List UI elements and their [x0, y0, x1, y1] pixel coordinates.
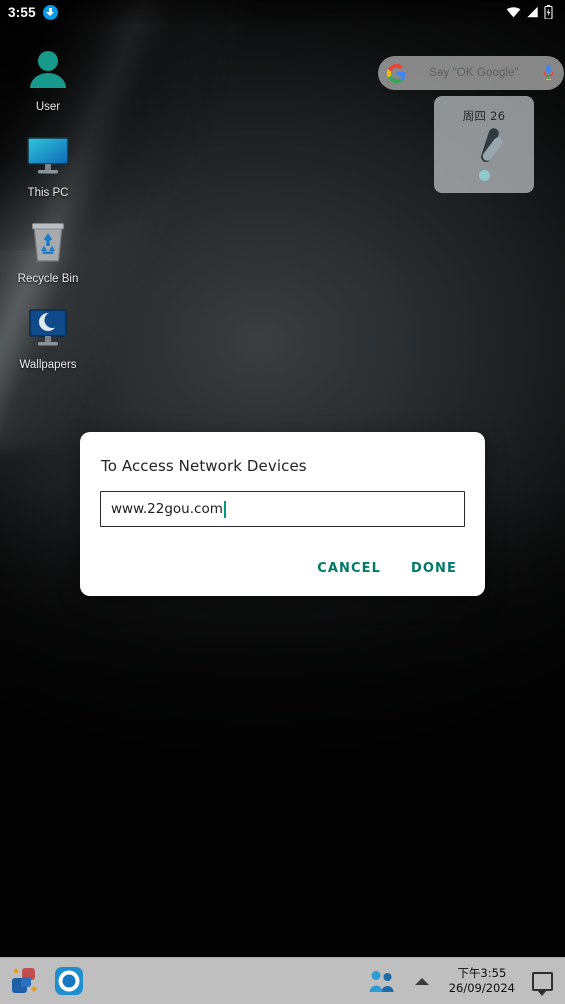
- taskbar-date: 26/09/2024: [448, 981, 515, 995]
- desktop-icon-this-pc[interactable]: This PC: [10, 132, 86, 200]
- wallpaper-moon-monitor-icon: [10, 304, 86, 352]
- desktop-icon-label: Recycle Bin: [17, 273, 79, 285]
- url-input[interactable]: www.22gou.com: [100, 491, 465, 527]
- clock-widget-date: 周四 26: [462, 109, 506, 123]
- start-button[interactable]: [6, 962, 44, 1000]
- chevron-up-icon: [414, 977, 429, 985]
- cellular-signal-icon: [527, 6, 538, 18]
- status-bar-left: 3:55: [8, 4, 58, 20]
- desktop-icon-column: User This PC Recycle Bin Wallpapers: [10, 46, 86, 390]
- dialog-title: To Access Network Devices: [101, 457, 307, 475]
- status-bar-right: [506, 5, 557, 19]
- google-search-widget[interactable]: Say "OK Google": [378, 56, 564, 90]
- analog-clock-widget[interactable]: 周四 26: [434, 96, 534, 193]
- status-bar-clock: 3:55: [8, 4, 36, 20]
- taskbar-time: 下午3:55: [457, 966, 507, 980]
- people-button[interactable]: [365, 964, 399, 998]
- recycle-bin-icon: [10, 218, 86, 266]
- show-hidden-icons-button[interactable]: [405, 964, 439, 998]
- dialog-actions: CANCEL DONE: [100, 555, 465, 588]
- cancel-button[interactable]: CANCEL: [309, 555, 389, 582]
- desktop-icon-label: User: [35, 101, 61, 113]
- status-bar: 3:55: [0, 0, 565, 24]
- desktop-icon-user[interactable]: User: [10, 46, 86, 114]
- done-button[interactable]: DONE: [403, 555, 465, 582]
- battery-charging-icon: [544, 5, 553, 19]
- notifications-button[interactable]: [525, 964, 559, 998]
- windows-taskbar: 下午3:55 26/09/2024: [0, 957, 565, 1004]
- notification-bubble-icon: [531, 971, 553, 996]
- url-input-value: www.22gou.com: [111, 501, 223, 517]
- people-icon: [369, 971, 394, 992]
- google-logo-icon: [387, 63, 406, 83]
- wifi-icon: [506, 7, 521, 18]
- desktop-icon-wallpapers[interactable]: Wallpapers: [10, 304, 86, 372]
- monitor-icon: [10, 132, 86, 180]
- system-tray: 下午3:55 26/09/2024: [365, 964, 565, 998]
- download-circle-icon: [42, 4, 58, 20]
- desktop-icon-label: Wallpapers: [19, 359, 77, 371]
- search-hint-text: Say "OK Google": [429, 67, 519, 79]
- desktop-icon-label: This PC: [27, 187, 69, 199]
- network-access-dialog: To Access Network Devices www.22gou.com …: [80, 432, 485, 596]
- text-caret: [223, 500, 226, 518]
- taskbar-clock[interactable]: 下午3:55 26/09/2024: [445, 966, 519, 996]
- microphone-icon[interactable]: [542, 64, 555, 83]
- clock-center-dot: [479, 170, 490, 181]
- android-desktop: 3:55 Say "OK Google" 周四 26 User This PC …: [0, 0, 565, 1004]
- desktop-icon-recycle-bin[interactable]: Recycle Bin: [10, 218, 86, 286]
- taskbar-app-area: [0, 962, 88, 1000]
- user-avatar-icon: [10, 46, 86, 94]
- blue-circle-app-icon: [55, 967, 83, 995]
- blue-circle-app-button[interactable]: [50, 962, 88, 1000]
- windows-start-squares-icon: [12, 968, 37, 993]
